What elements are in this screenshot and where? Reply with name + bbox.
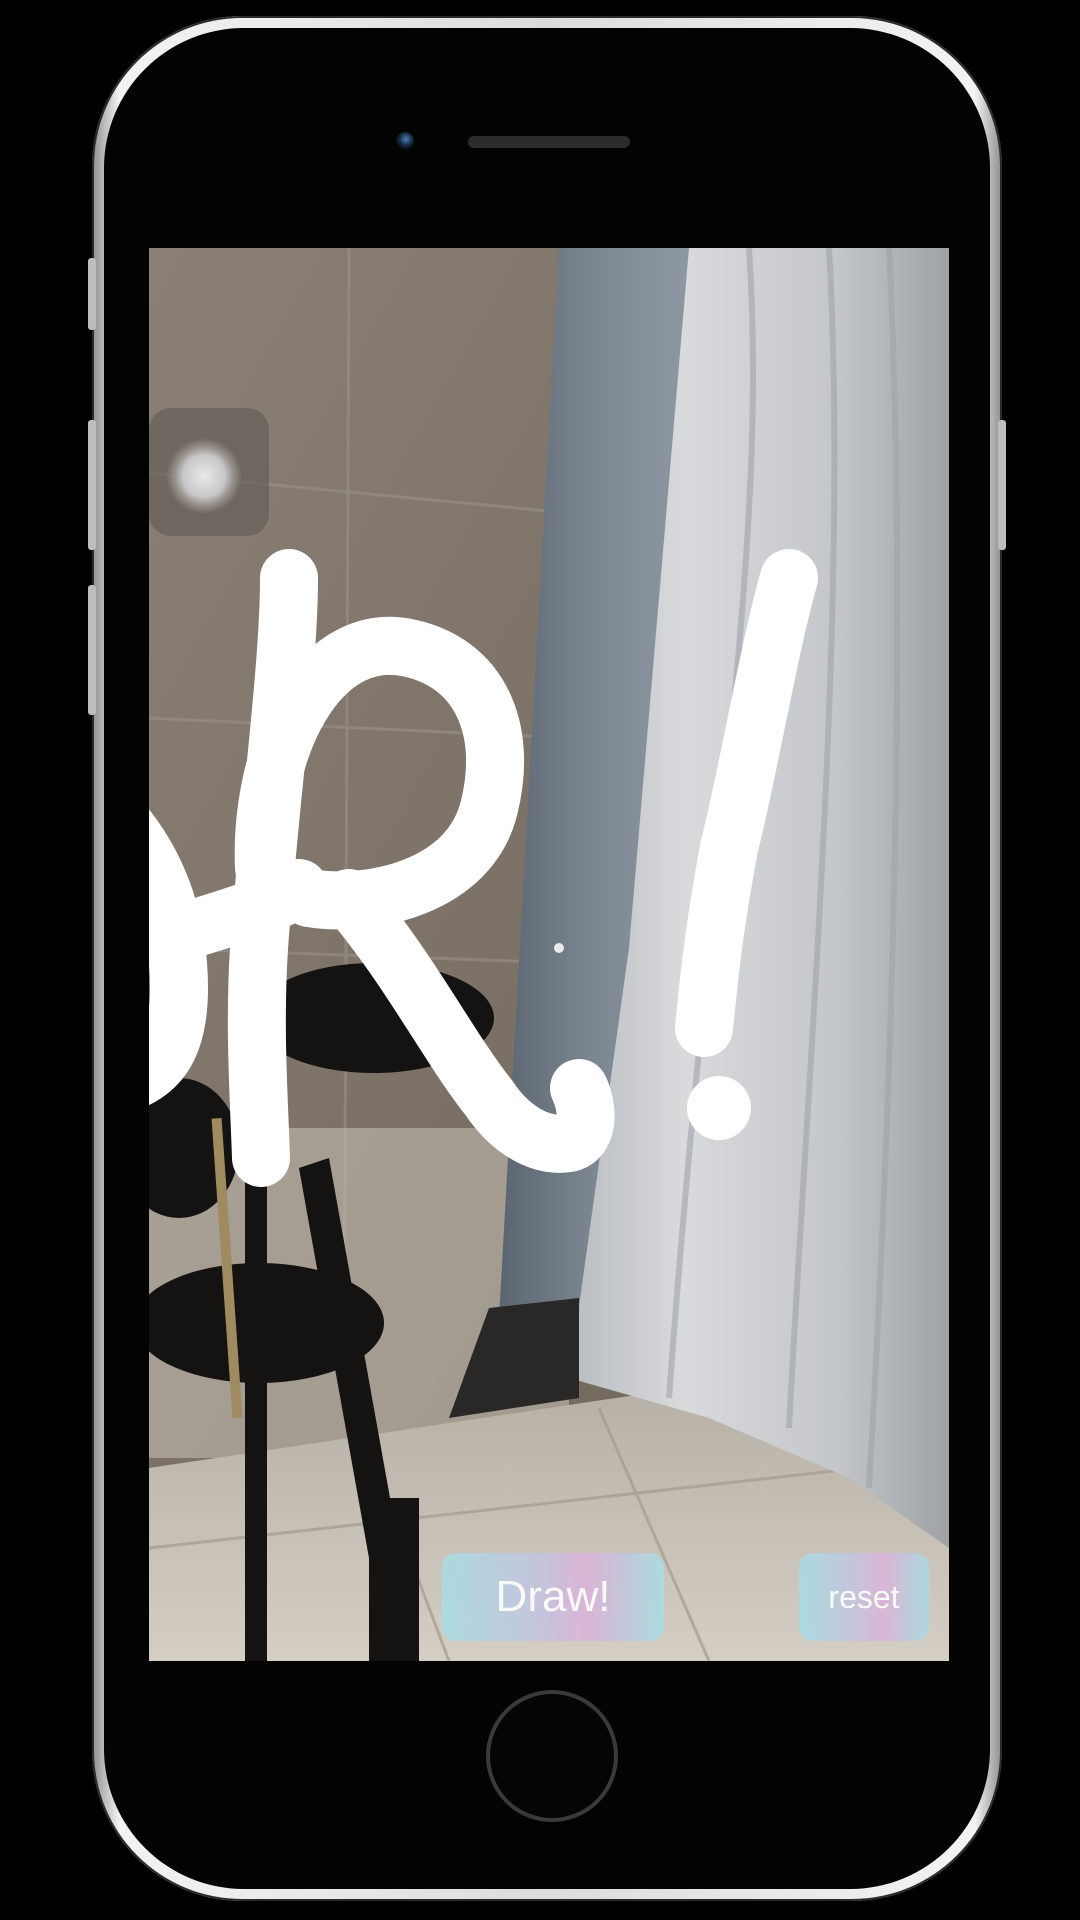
camera-feed xyxy=(149,248,949,1661)
reset-button[interactable]: reset xyxy=(799,1553,929,1641)
assistive-touch-icon xyxy=(166,438,242,514)
mute-switch xyxy=(88,258,96,330)
home-button[interactable] xyxy=(486,1690,618,1822)
volume-up-button xyxy=(88,420,96,550)
volume-down-button xyxy=(88,585,96,715)
draw-button[interactable]: Draw! xyxy=(442,1553,664,1641)
front-camera-icon xyxy=(396,132,414,150)
ar-camera-view[interactable]: Draw! reset xyxy=(149,248,949,1661)
earpiece-speaker xyxy=(468,136,630,148)
power-button xyxy=(998,420,1006,550)
